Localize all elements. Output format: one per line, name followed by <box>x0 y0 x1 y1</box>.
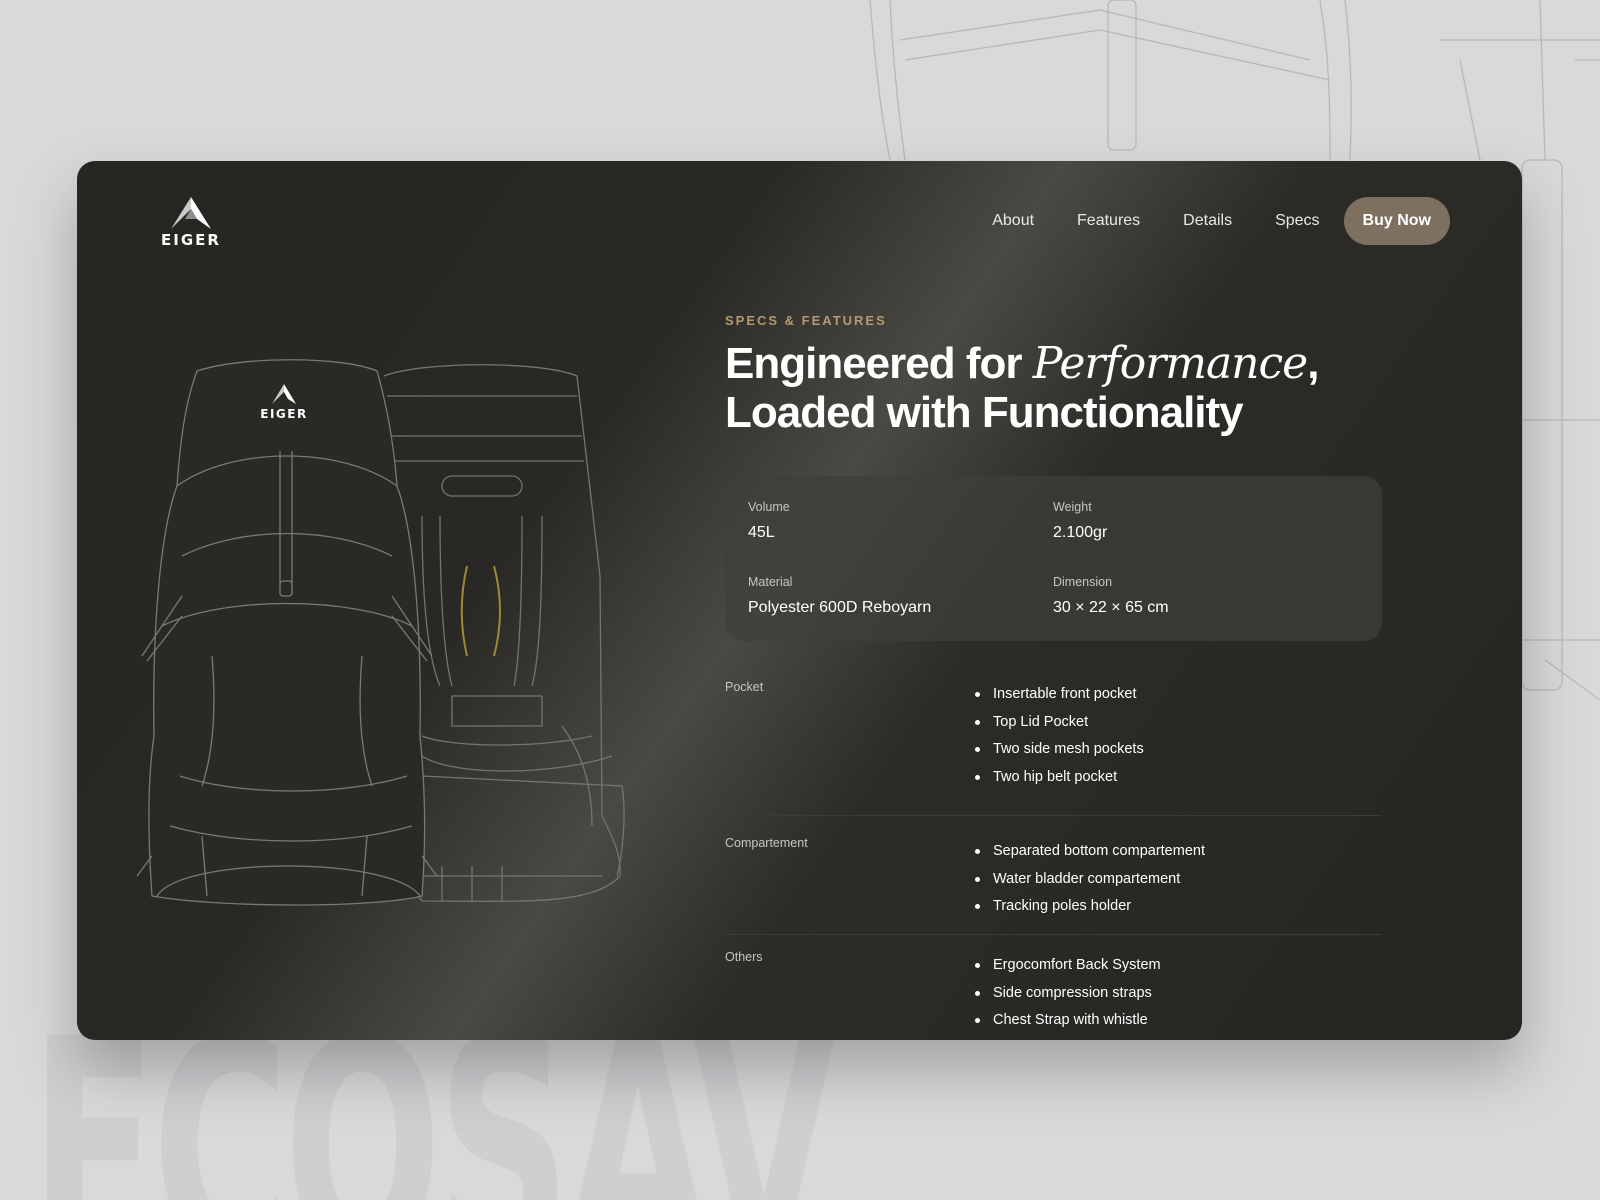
headline-line2: Loaded with Functionality <box>725 388 1244 437</box>
spec-label: Volume <box>748 500 790 514</box>
feature-group-pocket: Pocket Insertable front pocket Top Lid P… <box>725 680 1382 816</box>
list-item: Chest Strap with whistle <box>975 1012 1382 1040</box>
spec-label: Weight <box>1053 500 1092 514</box>
list-item: Ergocomfort Back System <box>975 957 1382 985</box>
spec-material: Material Polyester 600D Reboyarn <box>748 575 931 617</box>
spec-card: Volume 45L Weight 2.100gr Material Polye… <box>725 476 1382 641</box>
spec-dimension: Dimension 30 × 22 × 65 cm <box>1053 575 1169 617</box>
svg-text:EIGER: EIGER <box>260 407 307 421</box>
spec-value: Polyester 600D Reboyarn <box>748 599 932 616</box>
list-item: Insertable front pocket <box>975 686 1382 714</box>
feature-group-others: Others Ergocomfort Back System Side comp… <box>725 935 1382 1035</box>
list-item: Side compression straps <box>975 985 1382 1013</box>
product-panel: EIGER About Features Details Specs Buy N… <box>77 161 1522 1040</box>
nav-details[interactable]: Details <box>1183 212 1232 230</box>
headline-part1: Engineered for <box>725 339 1033 388</box>
list-item: Two side mesh pockets <box>975 741 1382 769</box>
nav-about[interactable]: About <box>992 212 1034 230</box>
spec-weight: Weight 2.100gr <box>1053 500 1107 542</box>
feature-group-label: Compartement <box>725 836 808 850</box>
list-item: Tracking poles holder <box>975 898 1382 926</box>
section-eyebrow: SPECS & FEATURES <box>725 313 887 328</box>
list-item: Top Lid Pocket <box>975 714 1382 742</box>
backpack-illustration: EIGER <box>136 359 625 906</box>
nav-features[interactable]: Features <box>1077 212 1140 230</box>
feature-group-label: Pocket <box>725 680 764 694</box>
list-item: Two hip belt pocket <box>975 769 1382 797</box>
feature-group-label: Others <box>725 950 763 964</box>
buy-now-button[interactable]: Buy Now <box>1343 197 1450 245</box>
headline-part2: , <box>1307 339 1319 388</box>
spec-value: 2.100gr <box>1053 524 1108 541</box>
mountain-peak-icon <box>171 197 211 229</box>
spec-value: 45L <box>748 524 775 541</box>
logo-text: EIGER <box>161 231 221 249</box>
list-item: Separated bottom compartement <box>975 843 1382 871</box>
main-nav: About Features Details Specs Buy Now <box>949 197 1450 245</box>
page-title: Engineered for Performance, Loaded with … <box>725 339 1365 437</box>
list-item: Water bladder compartement <box>975 871 1382 899</box>
feature-group-compartement: Compartement Separated bottom comparteme… <box>725 821 1382 935</box>
spec-label: Dimension <box>1053 575 1113 589</box>
feature-list: Pocket Insertable front pocket Top Lid P… <box>725 680 1382 1035</box>
headline-italic: Performance <box>1032 338 1308 389</box>
spec-volume: Volume 45L <box>748 500 790 542</box>
brand-logo[interactable]: EIGER <box>153 197 229 249</box>
spec-value: 30 × 22 × 65 cm <box>1053 599 1169 616</box>
nav-specs[interactable]: Specs <box>1275 212 1319 230</box>
spec-label: Material <box>748 575 793 589</box>
